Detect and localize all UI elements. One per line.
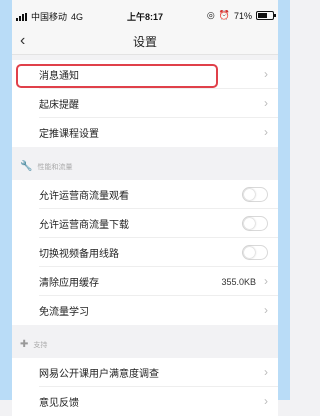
chevron-right-icon: › <box>264 274 268 288</box>
chevron-right-icon: › <box>264 303 268 317</box>
toggle-knob <box>244 189 255 200</box>
location-icon: ◎ <box>206 10 215 20</box>
chevron-right-icon: › <box>264 96 268 110</box>
plus-icon: ✚ <box>20 339 29 350</box>
toggle-knob <box>244 218 255 229</box>
chevron-right-icon: › <box>264 125 268 139</box>
status-right: ◎ ⏰ 71% <box>206 10 276 21</box>
group-performance: 允许运营商流量观看 允许运营商流量下载 切换视频备用线路 清除应用缓存 355.… <box>12 180 278 325</box>
battery-fill <box>258 13 267 18</box>
row-feedback[interactable]: 意见反馈 › <box>12 387 278 416</box>
row-label: 定推课程设置 <box>39 129 99 140</box>
group-support: 网易公开课用户满意度调查 › 意见反馈 › <box>12 358 278 416</box>
toggle-knob <box>244 247 255 258</box>
wrench-icon: 🔧 <box>20 161 33 172</box>
row-allow-carrier-download: 允许运营商流量下载 <box>12 209 278 238</box>
battery-percent: 71% <box>233 10 252 21</box>
chevron-right-icon: › <box>264 365 268 379</box>
row-label: 免流量学习 <box>39 307 89 318</box>
section-title: 性能和流量 <box>37 163 73 171</box>
row-allow-carrier-watch: 允许运营商流量观看 <box>12 180 278 209</box>
frame-right <box>278 0 290 400</box>
row-satisfaction-survey[interactable]: 网易公开课用户满意度调查 › <box>12 358 278 387</box>
row-label: 意见反馈 <box>39 398 79 409</box>
row-label: 允许运营商流量观看 <box>39 191 129 202</box>
cache-size: 355.0KB <box>221 277 256 287</box>
row-course-push-settings[interactable]: 定推课程设置 › <box>12 118 278 147</box>
toggle-carrier-watch[interactable] <box>242 187 268 202</box>
toggle-backup-line[interactable] <box>242 245 268 260</box>
alarm-icon: ⏰ <box>218 10 230 20</box>
chevron-right-icon: › <box>264 394 268 408</box>
frame-left <box>0 0 12 400</box>
row-label: 清除应用缓存 <box>39 278 99 289</box>
row-label: 允许运营商流量下载 <box>39 220 129 231</box>
section-header-support: ✚ 支持 <box>12 331 278 358</box>
chevron-right-icon: › <box>264 67 268 81</box>
toggle-carrier-download[interactable] <box>242 216 268 231</box>
battery-icon <box>256 11 276 20</box>
row-clear-cache[interactable]: 清除应用缓存 355.0KB › <box>12 267 278 296</box>
section-header-performance: 🔧 性能和流量 <box>12 153 278 180</box>
highlight-box <box>16 64 218 88</box>
row-label: 切换视频备用线路 <box>39 249 119 260</box>
row-free-data-learning[interactable]: 免流量学习 › <box>12 296 278 325</box>
page-title: 设置 <box>132 35 157 49</box>
section-title: 支持 <box>33 341 48 349</box>
row-label: 起床提醒 <box>39 100 79 111</box>
row-label: 网易公开课用户满意度调查 <box>39 369 159 380</box>
nav-bar: ‹ 设置 <box>12 26 278 55</box>
row-wakeup-reminder[interactable]: 起床提醒 › <box>12 89 278 118</box>
row-switch-backup-line: 切换视频备用线路 <box>12 238 278 267</box>
